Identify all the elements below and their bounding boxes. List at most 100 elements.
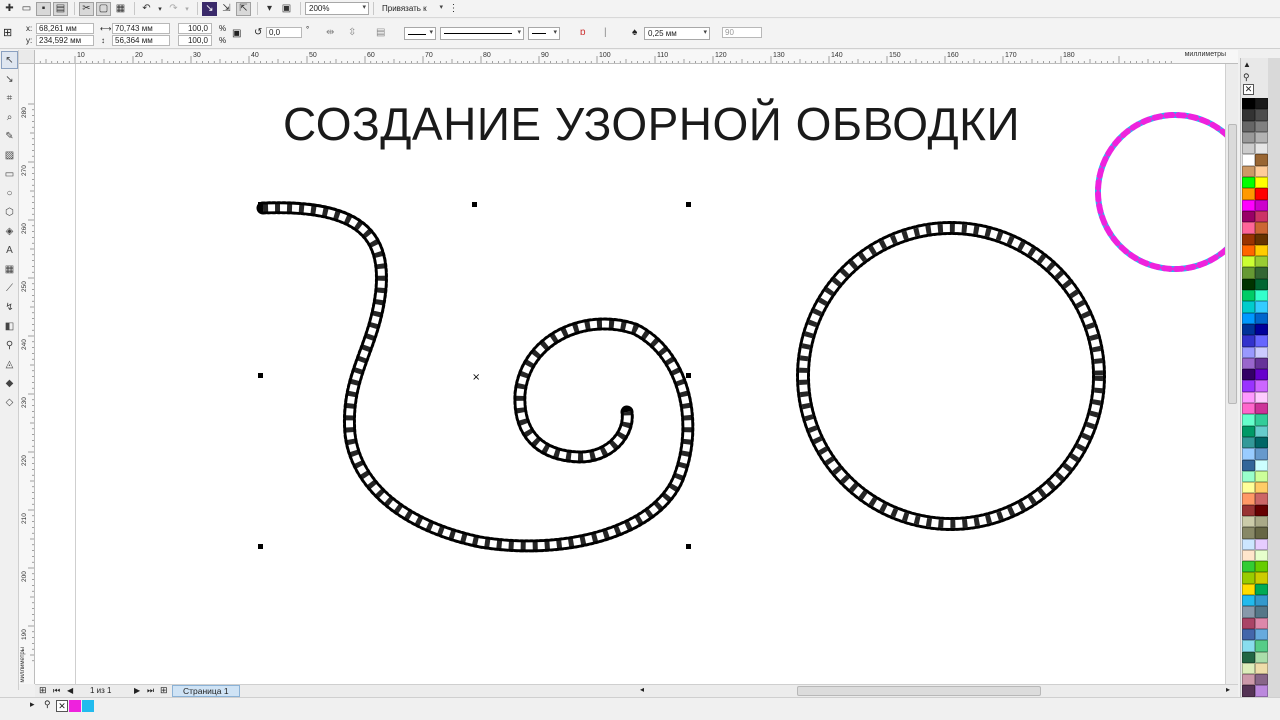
- palette-swatch[interactable]: [1255, 233, 1268, 245]
- eyedropper-tool-icon[interactable]: ⚲: [1, 336, 18, 354]
- palette-swatch[interactable]: [1242, 346, 1255, 358]
- palette-swatch[interactable]: [1242, 210, 1255, 223]
- palette-swatch[interactable]: [1242, 459, 1255, 471]
- palette-swatch[interactable]: [1255, 403, 1268, 415]
- height-field[interactable]: 56,364 мм: [112, 35, 170, 46]
- palette-swatch[interactable]: [1242, 199, 1255, 211]
- rotation-center-icon[interactable]: ×: [472, 372, 480, 383]
- palette-swatch[interactable]: [1255, 222, 1268, 234]
- palette-swatch[interactable]: [1242, 628, 1255, 641]
- palette-swatch[interactable]: [1242, 504, 1255, 516]
- palette-swatch[interactable]: [1255, 549, 1268, 562]
- save-icon[interactable]: ▪: [36, 1, 51, 16]
- palette-swatch[interactable]: [1242, 222, 1255, 234]
- palette-swatch[interactable]: [1242, 595, 1255, 607]
- close-curve-icon[interactable]: ɒ: [580, 27, 586, 38]
- palette-swatch[interactable]: [1242, 267, 1255, 279]
- palette-swatch[interactable]: [1242, 188, 1255, 200]
- palette-swatch[interactable]: [1255, 369, 1268, 381]
- palette-swatch[interactable]: [1255, 143, 1268, 155]
- rectangle-tool-icon[interactable]: ▭: [1, 165, 18, 183]
- palette-swatch[interactable]: [1255, 595, 1268, 607]
- palette-swatch[interactable]: [1255, 120, 1268, 132]
- hscroll-right-icon[interactable]: ▸: [1226, 685, 1230, 694]
- palette-swatch[interactable]: [1242, 290, 1255, 302]
- palette-swatch[interactable]: [1255, 685, 1268, 697]
- palette-swatch[interactable]: [1255, 188, 1268, 200]
- palette-swatch[interactable]: [1255, 301, 1268, 313]
- palette-swatch[interactable]: [1255, 651, 1268, 663]
- palette-swatch[interactable]: [1255, 391, 1268, 404]
- palette-swatch[interactable]: [1255, 380, 1268, 392]
- palette-swatch[interactable]: [1242, 154, 1255, 166]
- document-palette-cyan-swatch[interactable]: [82, 700, 94, 712]
- selection-handle-middle-left[interactable]: [258, 373, 263, 378]
- palette-swatch[interactable]: [1242, 109, 1255, 121]
- palette-swatch[interactable]: [1242, 165, 1255, 178]
- palette-swatch[interactable]: [1242, 651, 1255, 663]
- palette-swatch[interactable]: [1255, 640, 1268, 652]
- selection-handle-bottom-left[interactable]: [258, 544, 263, 549]
- lock-ratio-icon[interactable]: ▣: [232, 28, 241, 39]
- open-folder-icon[interactable]: ▭: [19, 2, 34, 16]
- import-icon[interactable]: ⇲: [219, 2, 234, 16]
- mirror-vertical-icon[interactable]: ⇳: [348, 27, 356, 38]
- application-launcher-icon[interactable]: ▣: [279, 2, 294, 16]
- fill-tool-icon[interactable]: ◆: [1, 374, 18, 392]
- palette-swatch[interactable]: [1255, 504, 1268, 516]
- snap-to-select[interactable]: Привязать к ▾: [378, 2, 446, 15]
- palette-swatch[interactable]: [1242, 278, 1255, 291]
- palette-swatch[interactable]: [1255, 493, 1268, 505]
- redo-dropdown-icon[interactable]: ▾: [183, 2, 191, 16]
- next-page-icon[interactable]: ▶: [134, 686, 140, 695]
- freehand-tool-icon[interactable]: ✎: [1, 127, 18, 145]
- add-page-after-icon[interactable]: ⊞: [160, 685, 168, 696]
- undo-icon[interactable]: ↶: [139, 2, 154, 16]
- wrap-text-icon[interactable]: ▤: [376, 27, 385, 38]
- drawing-canvas[interactable]: СОЗДАНИЕ УЗОРНОЙ ОБВОДКИ ×: [35, 64, 1225, 684]
- dimension-tool-icon[interactable]: ⟋: [1, 279, 18, 297]
- scale-height-field[interactable]: 100,0: [178, 35, 212, 46]
- palette-swatch[interactable]: [1255, 278, 1268, 291]
- palette-swatch[interactable]: [1255, 538, 1268, 550]
- x-position-field[interactable]: 68,261 мм: [36, 23, 94, 34]
- palette-swatch[interactable]: [1255, 561, 1268, 573]
- palette-swatch[interactable]: [1242, 527, 1255, 539]
- palette-swatch[interactable]: [1242, 549, 1255, 562]
- width-field[interactable]: 70,743 мм: [112, 23, 170, 34]
- palette-swatch[interactable]: [1242, 572, 1255, 584]
- outline-width-select[interactable]: 0,25 мм ▾: [644, 27, 710, 40]
- palette-swatch[interactable]: [1242, 357, 1255, 370]
- palette-swatch[interactable]: [1242, 493, 1255, 505]
- palette-swatch[interactable]: [1255, 527, 1268, 539]
- miter-limit-field[interactable]: 90: [722, 27, 762, 38]
- vertical-ruler[interactable]: 280 270 260 250 240 230 220 210 200 190 миллиметр…: [19, 64, 35, 684]
- palette-swatch[interactable]: [1242, 662, 1255, 675]
- horizontal-scrollbar-thumb[interactable]: [797, 686, 1041, 696]
- selection-handle-top-right[interactable]: [686, 202, 691, 207]
- document-palette-magenta-swatch[interactable]: [69, 700, 81, 712]
- palette-swatch[interactable]: [1255, 515, 1268, 528]
- publish-pdf-icon[interactable]: ▾: [262, 2, 277, 16]
- palette-swatch[interactable]: [1255, 606, 1268, 618]
- palette-swatch[interactable]: [1255, 165, 1268, 178]
- palette-swatch[interactable]: [1242, 403, 1255, 415]
- palette-swatch[interactable]: [1242, 640, 1255, 652]
- palette-swatch[interactable]: [1255, 109, 1268, 121]
- palette-swatch[interactable]: [1242, 448, 1255, 460]
- shape-tool-icon[interactable]: ↘: [1, 70, 18, 88]
- start-arrow-select[interactable]: ▾: [404, 27, 436, 40]
- crop-tool-icon[interactable]: ⌗: [1, 89, 18, 107]
- last-page-icon[interactable]: ⏭: [147, 686, 154, 696]
- print-icon[interactable]: ▤: [53, 1, 68, 16]
- palette-swatch[interactable]: [1255, 482, 1268, 494]
- selection-handle-bottom-right[interactable]: [686, 544, 691, 549]
- palette-swatch[interactable]: [1242, 470, 1255, 483]
- selection-handle-top-left[interactable]: [258, 202, 263, 207]
- palette-swatch[interactable]: [1242, 177, 1255, 189]
- cut-icon[interactable]: ✂: [79, 1, 94, 16]
- palette-swatch[interactable]: [1242, 98, 1255, 110]
- palette-swatch[interactable]: [1242, 617, 1255, 629]
- document-palette-eyedropper-icon[interactable]: ⚲: [44, 699, 51, 710]
- palette-swatch[interactable]: [1242, 369, 1255, 381]
